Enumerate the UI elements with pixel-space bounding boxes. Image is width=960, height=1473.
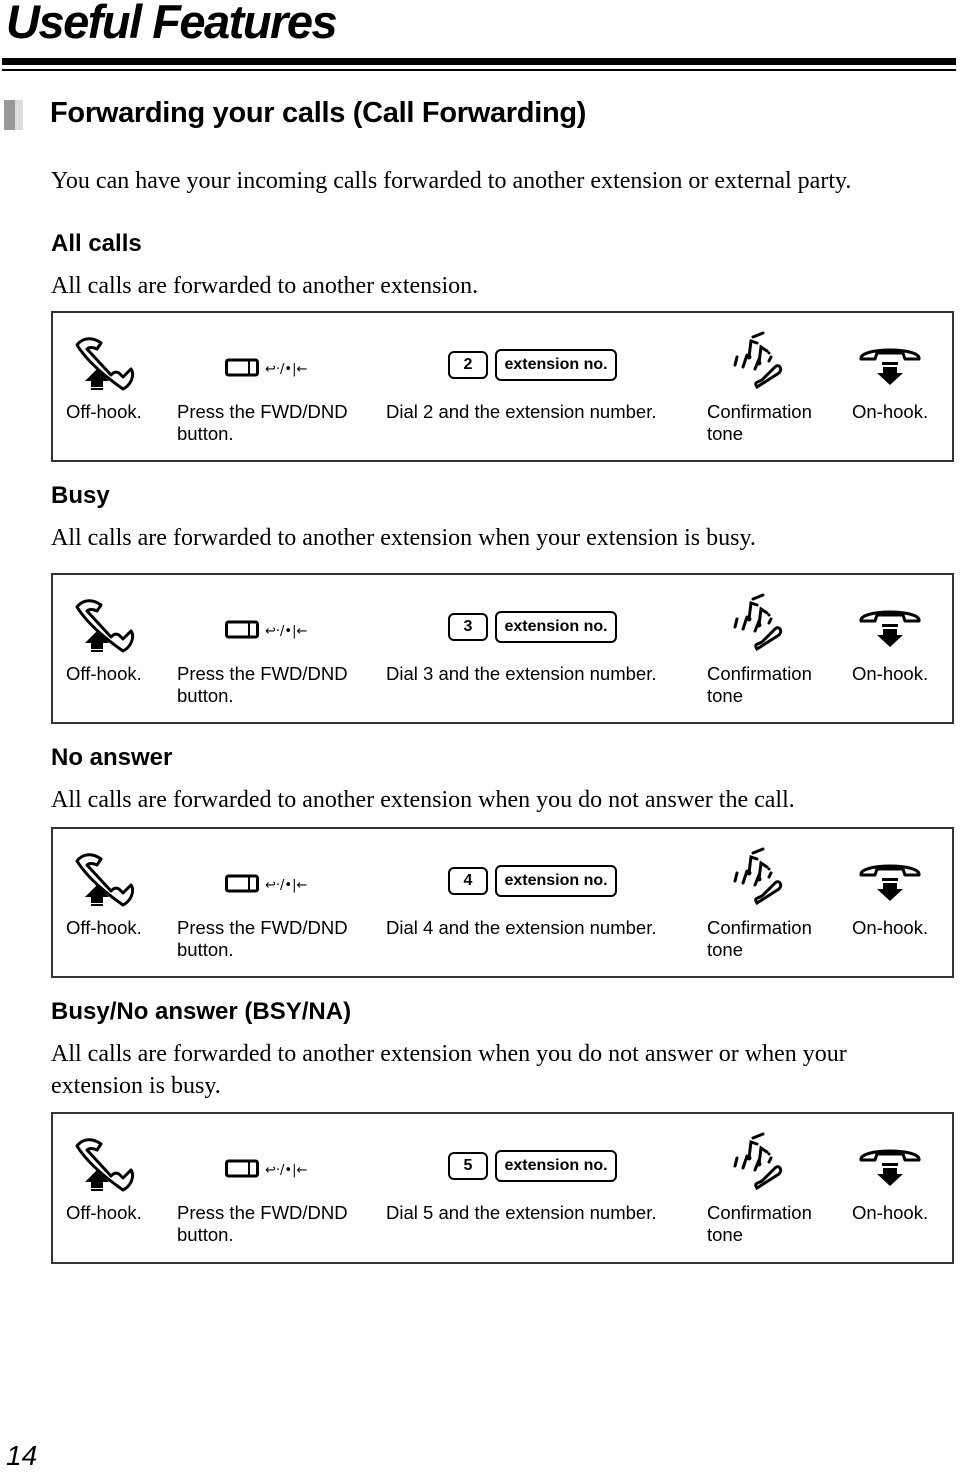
step-off-hook: Off-hook. bbox=[66, 401, 142, 422]
handset-lift-icon bbox=[75, 337, 135, 391]
dial-digit-key: 5 bbox=[448, 1152, 488, 1180]
fwd-dnd-button-icon: ↩·/•|← bbox=[225, 620, 307, 639]
step-off-hook: Off-hook. bbox=[66, 663, 142, 684]
procedure-description: All calls are forwarded to another exten… bbox=[51, 273, 479, 299]
section-title: Forwarding your calls (Call Forwarding) bbox=[50, 97, 587, 129]
confirmation-tone-icon bbox=[733, 847, 783, 905]
page-title: Useful Features bbox=[6, 0, 338, 48]
step-dial: Dial 5 and the extension number. bbox=[386, 1202, 657, 1223]
section-intro: You can have your incoming calls forward… bbox=[51, 168, 852, 194]
step-confirmation: Confirmation tone bbox=[707, 1202, 812, 1245]
step-confirmation: Confirmation tone bbox=[707, 663, 812, 706]
procedure-heading: All calls bbox=[51, 230, 142, 257]
procedure-heading: Busy/No answer (BSY/NA) bbox=[51, 998, 352, 1025]
handset-down-icon bbox=[859, 610, 921, 647]
procedure-description: All calls are forwarded to another exten… bbox=[51, 1041, 847, 1099]
extension-number-key: extension no. bbox=[495, 865, 617, 897]
svg-text:↩·/•|←: ↩·/•|← bbox=[265, 624, 307, 639]
fwd-dnd-button-icon: ↩·/•|← bbox=[225, 1159, 307, 1178]
confirmation-tone-icon bbox=[733, 331, 783, 389]
fwd-dnd-button-icon: ↩·/•|← bbox=[225, 358, 307, 377]
procedure-heading: No answer bbox=[51, 744, 173, 771]
procedure-steps-box: ↩·/•|← 4 extension no. Off-hook. Press t… bbox=[51, 827, 954, 978]
step-confirmation: Confirmation tone bbox=[707, 917, 812, 960]
procedure-description: All calls are forwarded to another exten… bbox=[51, 525, 756, 551]
step-on-hook: On-hook. bbox=[852, 1202, 929, 1223]
extension-number-key: extension no. bbox=[495, 1150, 617, 1182]
procedure-steps-box: ↩·/•|← 2 extension no. Off-hook. Press t… bbox=[51, 311, 954, 462]
step-press-fwd: Press the FWD/DND button. bbox=[177, 401, 348, 444]
step-on-hook: On-hook. bbox=[852, 917, 929, 938]
dial-digit-key: 3 bbox=[448, 613, 488, 641]
dial-digit-key: 4 bbox=[448, 867, 488, 895]
handset-lift-icon bbox=[75, 599, 135, 653]
step-confirmation: Confirmation tone bbox=[707, 401, 812, 444]
handset-down-icon bbox=[859, 864, 921, 901]
title-rule-thin bbox=[2, 69, 956, 71]
confirmation-tone-icon bbox=[733, 1132, 783, 1190]
fwd-dnd-button-icon: ↩·/•|← bbox=[225, 874, 307, 893]
svg-text:↩·/•|←: ↩·/•|← bbox=[265, 362, 307, 377]
svg-text:↩·/•|←: ↩·/•|← bbox=[265, 1163, 307, 1178]
extension-number-key: extension no. bbox=[495, 349, 617, 381]
dial-digit-key: 2 bbox=[448, 351, 488, 379]
step-dial: Dial 3 and the extension number. bbox=[386, 663, 657, 684]
handset-lift-icon bbox=[75, 853, 135, 907]
step-on-hook: On-hook. bbox=[852, 663, 929, 684]
section-marker bbox=[4, 100, 36, 130]
step-press-fwd: Press the FWD/DND button. bbox=[177, 1202, 348, 1245]
step-off-hook: Off-hook. bbox=[66, 1202, 142, 1223]
procedure-steps-box: ↩·/•|← 5 extension no. Off-hook. Press t… bbox=[51, 1112, 954, 1264]
confirmation-tone-icon bbox=[733, 593, 783, 651]
step-on-hook: On-hook. bbox=[852, 401, 929, 422]
step-press-fwd: Press the FWD/DND button. bbox=[177, 917, 348, 960]
step-dial: Dial 2 and the extension number. bbox=[386, 401, 657, 422]
page-number: 14 bbox=[6, 1440, 38, 1471]
procedure-steps-box: ↩·/•|← 3 extension no. Off-hook. Press t… bbox=[51, 573, 954, 724]
step-press-fwd: Press the FWD/DND button. bbox=[177, 663, 348, 706]
procedure-description: All calls are forwarded to another exten… bbox=[51, 787, 795, 813]
step-dial: Dial 4 and the extension number. bbox=[386, 917, 657, 938]
handset-down-icon bbox=[859, 348, 921, 385]
svg-text:↩·/•|←: ↩·/•|← bbox=[265, 878, 307, 893]
handset-down-icon bbox=[859, 1149, 921, 1186]
step-off-hook: Off-hook. bbox=[66, 917, 142, 938]
handset-lift-icon bbox=[75, 1138, 135, 1192]
extension-number-key: extension no. bbox=[495, 611, 617, 643]
procedure-heading: Busy bbox=[51, 482, 110, 509]
title-rule-thick bbox=[2, 58, 956, 65]
